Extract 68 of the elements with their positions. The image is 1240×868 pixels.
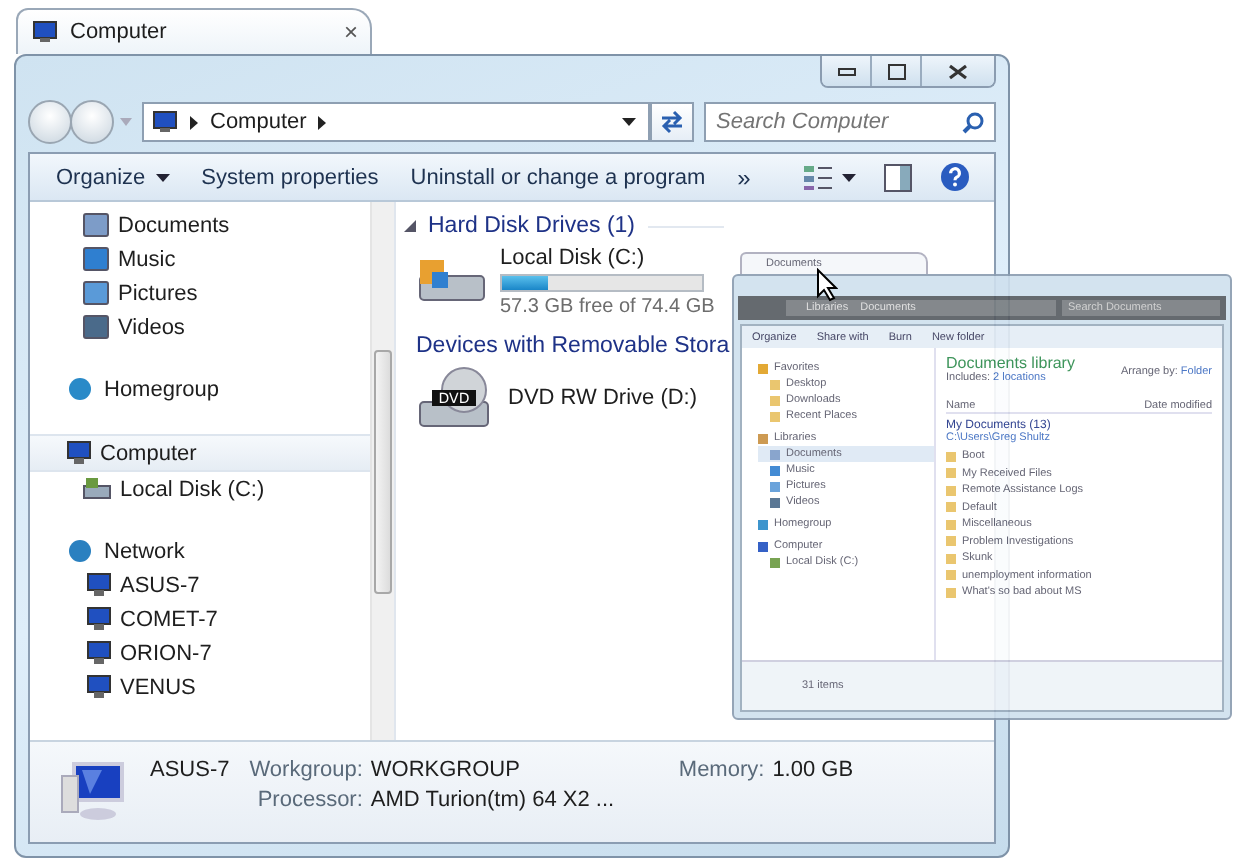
search-field[interactable]: Search Computer	[704, 102, 996, 142]
group-header[interactable]: Devices with Removable Stora	[416, 334, 730, 358]
drive-name: Local Disk (C:)	[500, 246, 645, 270]
property-value: 1.00 GB	[772, 758, 854, 782]
nav-item[interactable]: ORION-7	[30, 636, 370, 670]
nav-item[interactable]: VENUS	[30, 670, 370, 704]
nav-item[interactable]: COMET-7	[30, 602, 370, 636]
drive-item[interactable]: Local Disk (C:) 57.3 GB free of 74.4 GB	[404, 238, 715, 322]
computer-icon	[62, 440, 92, 466]
computer-icon	[30, 20, 58, 44]
view-list-icon	[802, 163, 834, 191]
collapse-icon[interactable]	[404, 220, 416, 232]
property-label: Memory:	[678, 758, 765, 782]
mouse-pointer-icon	[816, 268, 838, 302]
close-icon	[948, 63, 968, 79]
chevron-icon	[190, 115, 198, 129]
close-button[interactable]	[920, 56, 994, 86]
nav-item[interactable]: Music	[30, 242, 370, 276]
computer-name: ASUS-7	[150, 758, 230, 782]
nav-item[interactable]: Homegroup	[30, 372, 370, 406]
nav-item[interactable]: ASUS-7	[30, 568, 370, 602]
scrollbar-thumb[interactable]	[374, 350, 392, 594]
minimize-icon	[837, 67, 855, 75]
computer-icon	[150, 110, 178, 134]
caret-icon	[120, 118, 132, 126]
nav-item[interactable]: Local Disk (C:)	[30, 472, 370, 506]
nav-item[interactable]: Pictures	[30, 276, 370, 310]
computer-icon	[82, 640, 112, 666]
pane-icon	[884, 163, 912, 191]
breadcrumb[interactable]: Computer	[210, 110, 307, 134]
close-tab-button[interactable]: ×	[343, 18, 358, 46]
computer-icon	[82, 606, 112, 632]
search-icon	[962, 112, 984, 134]
refresh-icon	[658, 110, 686, 134]
help-icon	[940, 162, 970, 192]
address-bar[interactable]: Computer	[142, 102, 650, 142]
nav-item[interactable]: Network	[30, 534, 370, 568]
window-title: Computer	[70, 20, 169, 44]
drive-icon	[82, 476, 112, 502]
nav-item[interactable]: Computer	[30, 434, 370, 472]
free-space-text: 57.3 GB free of 74.4 GB	[500, 296, 715, 318]
computer-icon	[58, 760, 130, 824]
toolbar-button[interactable]: System properties	[187, 161, 393, 193]
dropdown-icon[interactable]	[622, 118, 636, 126]
toolbar-button[interactable]: Uninstall or change a program	[396, 161, 720, 193]
window-tab[interactable]: Computer ×	[16, 8, 372, 54]
refresh-button[interactable]	[650, 102, 694, 142]
nav-item[interactable]: Documents	[30, 208, 370, 242]
dropdown-icon	[842, 173, 856, 181]
drive-name: DVD RW Drive (D:)	[508, 386, 698, 410]
minimize-button[interactable]	[822, 56, 870, 86]
computer-icon	[82, 674, 112, 700]
more-button[interactable]: »	[723, 159, 765, 195]
dragged-window-preview[interactable]	[732, 252, 1232, 720]
chevron-icon	[318, 115, 327, 129]
property-label: Workgroup:	[249, 758, 363, 782]
nav-item[interactable]: Videos	[30, 310, 370, 344]
maximize-button[interactable]	[870, 56, 920, 86]
toolbar-button[interactable]: Organize	[42, 161, 184, 193]
dropdown-icon	[155, 173, 170, 181]
group-header[interactable]: Hard Disk Drives (1)	[428, 214, 636, 238]
property-value: WORKGROUP	[370, 758, 522, 782]
property-value: AMD Turion(tm) 64 X2 ...	[370, 788, 617, 812]
computer-icon	[82, 572, 112, 598]
library-title: Documents library	[946, 354, 1075, 372]
scrollbar[interactable]	[370, 202, 394, 740]
maximize-icon	[887, 63, 905, 79]
property-label: Processor:	[255, 788, 363, 812]
